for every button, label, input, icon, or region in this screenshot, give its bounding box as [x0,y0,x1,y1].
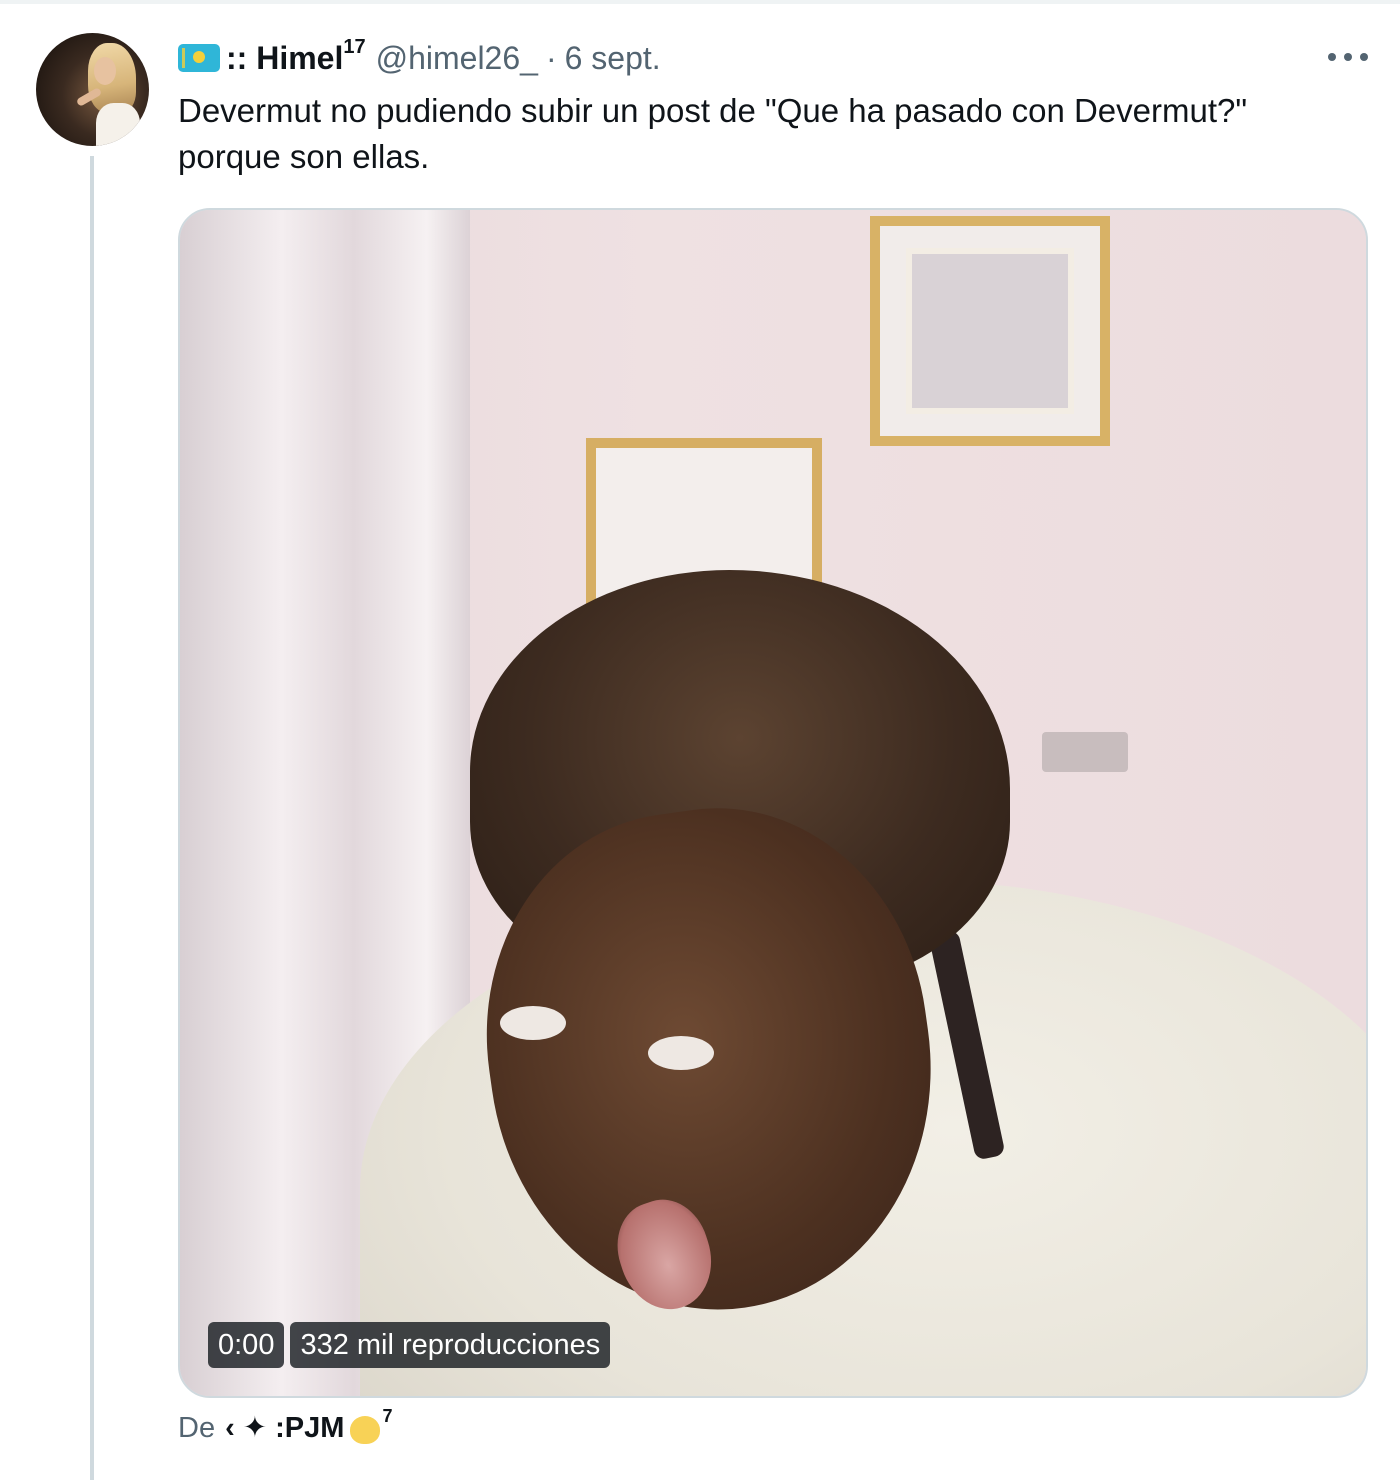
video-light-switch [1042,732,1128,772]
video-source: De ‹ ✦ :PJM 7 [178,1406,392,1448]
avatar-face [94,57,116,85]
user-handle[interactable]: @himel26_ [376,40,538,77]
avatar[interactable] [36,33,149,146]
video-time-badge: 0:00 [208,1322,285,1368]
video-picture-inner [906,248,1074,414]
video-person-eye [648,1036,714,1070]
separator-dot: · [545,39,557,76]
video-person-eye [500,1006,566,1040]
tweet-header: :: Himel17 @himel26_ · 6 sept. [178,36,661,80]
chick-emoji-icon [350,1416,381,1444]
more-dot [1360,53,1368,61]
source-account-link[interactable]: ‹ ✦ :PJM [225,1408,344,1448]
video-player[interactable]: 0:00 332 mil reproducciones [178,208,1368,1398]
video-badges: 0:00 332 mil reproducciones [208,1322,611,1368]
source-prefix: De [178,1412,216,1444]
thread-line [90,156,94,1480]
display-name[interactable]: :: Himel17 [226,36,366,77]
display-name-text: :: Himel [226,39,344,76]
more-options-icon[interactable] [1328,44,1368,70]
more-dot [1344,53,1352,61]
video-views-badge: 332 mil reproducciones [290,1322,611,1368]
more-dot [1328,53,1336,61]
display-name-superscript: 17 [343,35,366,58]
tweet-date[interactable]: 6 sept. [565,40,661,77]
source-account-name: ‹ ✦ :PJM [225,1412,345,1444]
tweet-page: :: Himel17 @himel26_ · 6 sept. Devermut … [0,0,1400,1480]
tweet-text: Devermut no pudiendo subir un post de "Q… [178,92,1248,175]
source-superscript: 7 [382,1406,393,1426]
avatar-dress [96,103,140,146]
top-divider [0,0,1400,4]
video-picture-frame [870,216,1110,446]
kazakhstan-flag-icon [178,44,220,72]
